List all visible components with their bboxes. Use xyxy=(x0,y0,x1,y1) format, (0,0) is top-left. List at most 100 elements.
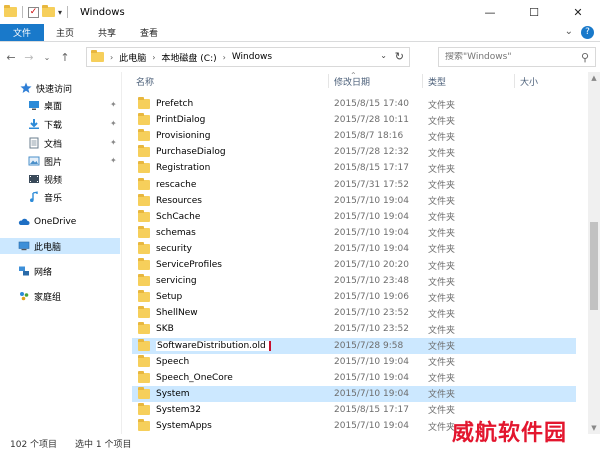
file-row[interactable]: security 2015/7/10 19:04 文件夹 xyxy=(132,241,576,257)
pin-icon[interactable]: ✦ xyxy=(110,100,117,109)
chevron-right-icon[interactable]: › xyxy=(110,53,113,62)
column-size[interactable]: 大小 xyxy=(516,72,586,90)
file-date: 2015/7/31 17:52 xyxy=(334,179,409,190)
window-title: Windows xyxy=(80,6,125,18)
breadcrumb-local-disk[interactable]: 本地磁盘 (C:) xyxy=(161,51,216,64)
maximize-button[interactable]: ☐ xyxy=(512,0,556,24)
scroll-down-icon[interactable]: ▼ xyxy=(588,422,600,434)
sidebar-item-documents[interactable]: 文档 xyxy=(28,135,62,151)
file-type: 文件夹 xyxy=(428,164,456,175)
column-divider[interactable] xyxy=(328,74,329,88)
file-row[interactable]: Resources 2015/7/10 19:04 文件夹 xyxy=(132,193,576,209)
folder-icon xyxy=(138,177,150,190)
recent-dropdown-icon[interactable]: ⌄ xyxy=(40,53,54,62)
file-row[interactable]: rescache 2015/7/31 17:52 文件夹 xyxy=(132,177,576,193)
file-type: 文件夹 xyxy=(428,406,456,417)
file-type: 文件夹 xyxy=(428,325,456,336)
rename-input[interactable]: SoftwareDistribution.old xyxy=(156,340,271,351)
search-box[interactable]: ⚲ xyxy=(438,47,596,67)
column-type[interactable]: 类型 xyxy=(424,72,514,90)
file-row[interactable]: SKB 2015/7/10 23:52 文件夹 xyxy=(132,321,576,337)
tab-file[interactable]: 文件 xyxy=(0,24,44,41)
tab-share[interactable]: 共享 xyxy=(86,24,128,41)
customize-dropdown-icon[interactable]: ▾ xyxy=(58,8,62,17)
column-divider[interactable] xyxy=(514,74,515,88)
file-date: 2015/8/7 18:16 xyxy=(334,131,404,142)
file-row[interactable]: System 2015/7/10 19:04 文件夹 xyxy=(132,385,576,402)
sidebar-item-this-pc[interactable]: 此电脑 xyxy=(0,238,120,254)
file-row[interactable]: PurchaseDialog 2015/7/28 12:32 文件夹 xyxy=(132,144,576,160)
file-row[interactable]: Setup 2015/7/10 19:06 文件夹 xyxy=(132,289,576,305)
sidebar-item-network[interactable]: 网络 xyxy=(18,263,52,279)
file-name: SystemApps xyxy=(156,421,212,431)
sidebar-item-desktop[interactable]: 桌面 xyxy=(28,97,62,113)
file-row[interactable]: ShellNew 2015/7/10 23:52 文件夹 xyxy=(132,305,576,321)
column-divider[interactable] xyxy=(422,74,423,88)
sidebar-item-label: 此电脑 xyxy=(34,242,62,253)
close-button[interactable]: ✕ xyxy=(556,0,600,24)
file-row[interactable]: Provisioning 2015/8/7 18:16 文件夹 xyxy=(132,128,576,144)
scroll-up-icon[interactable]: ▲ xyxy=(588,72,600,84)
column-date[interactable]: 修改日期 xyxy=(330,72,422,90)
file-row[interactable]: Speech 2015/7/10 19:04 文件夹 xyxy=(132,354,576,370)
refresh-icon[interactable]: ↻ xyxy=(395,50,404,63)
sidebar-item-onedrive[interactable]: OneDrive xyxy=(18,214,76,230)
file-type: 文件夹 xyxy=(428,390,456,401)
sidebar-item-music[interactable]: 音乐 xyxy=(28,189,62,205)
divider xyxy=(22,6,23,18)
folder-icon xyxy=(138,161,150,174)
file-row[interactable]: servicing 2015/7/10 23:48 文件夹 xyxy=(132,273,576,289)
pin-icon[interactable]: ✦ xyxy=(110,138,117,147)
file-row[interactable]: SoftwareDistribution.old 2015/7/28 9:58 文件… xyxy=(132,337,576,354)
breadcrumb-this-pc[interactable]: 此电脑 xyxy=(119,51,146,64)
file-row[interactable]: Speech_OneCore 2015/7/10 19:04 文件夹 xyxy=(132,370,576,386)
file-name: PrintDialog xyxy=(156,115,206,126)
chevron-right-icon[interactable]: › xyxy=(223,53,226,62)
search-icon[interactable]: ⚲ xyxy=(581,51,589,64)
rename-field[interactable]: SoftwareDistribution.old xyxy=(156,340,340,351)
file-row[interactable]: PrintDialog 2015/7/28 10:11 文件夹 xyxy=(132,112,576,128)
up-icon[interactable]: ↑ xyxy=(58,51,72,64)
folder-icon xyxy=(138,225,150,238)
column-name[interactable]: 名称 xyxy=(132,72,324,90)
chevron-right-icon[interactable]: › xyxy=(152,53,155,62)
address-dropdown-icon[interactable]: ⌄ xyxy=(380,51,387,60)
file-date: 2015/7/10 19:04 xyxy=(334,421,409,431)
file-row[interactable]: SchCache 2015/7/10 19:04 文件夹 xyxy=(132,209,576,225)
sidebar-item-videos[interactable]: 视频 xyxy=(28,171,62,187)
folder-icon xyxy=(138,386,150,399)
sidebar-item-homegroup[interactable]: 家庭组 xyxy=(18,288,61,304)
minimize-button[interactable]: — xyxy=(468,0,512,24)
desktop-icon xyxy=(28,99,40,111)
file-row[interactable]: Registration 2015/8/15 17:17 文件夹 xyxy=(132,160,576,176)
pin-icon[interactable]: ✦ xyxy=(110,156,117,165)
vertical-scrollbar[interactable]: ▲ ▼ xyxy=(588,72,600,434)
file-row[interactable]: ServiceProfiles 2015/7/10 20:20 文件夹 xyxy=(132,257,576,273)
sidebar-item-pictures[interactable]: 图片 xyxy=(28,153,62,169)
sidebar-item-label: 图片 xyxy=(44,157,63,168)
file-name: Setup xyxy=(156,292,183,303)
file-type: 文件夹 xyxy=(428,181,456,191)
file-date: 2015/8/15 17:40 xyxy=(334,99,409,109)
sidebar-item-quick-access[interactable]: 快速访问 xyxy=(20,80,72,96)
expand-ribbon-icon[interactable]: ⌄ xyxy=(565,26,573,39)
breadcrumb-windows[interactable]: Windows xyxy=(232,52,272,62)
folder-icon xyxy=(138,402,150,415)
address-bar[interactable]: › 此电脑 › 本地磁盘 (C:) › Windows ⌄ ↻ xyxy=(86,47,410,67)
sidebar-item-downloads[interactable]: 下载 xyxy=(28,116,62,132)
tab-view[interactable]: 查看 xyxy=(128,24,170,41)
file-row[interactable]: schemas 2015/7/10 19:04 文件夹 xyxy=(132,225,576,241)
folder-icon xyxy=(138,354,150,367)
help-icon[interactable]: ? xyxy=(581,26,594,39)
back-icon[interactable]: ← xyxy=(4,51,18,64)
pin-icon[interactable]: ✦ xyxy=(110,119,117,128)
forward-icon[interactable]: → xyxy=(22,51,36,64)
tab-home[interactable]: 主页 xyxy=(44,24,86,41)
properties-icon[interactable]: ✓ xyxy=(28,6,39,18)
file-date: 2015/7/10 23:48 xyxy=(334,276,409,287)
folder-icon xyxy=(138,241,150,254)
new-folder-icon[interactable] xyxy=(42,5,55,17)
search-input[interactable] xyxy=(445,52,575,62)
file-row[interactable]: Prefetch 2015/8/15 17:40 文件夹 xyxy=(132,96,576,112)
scrollbar-thumb[interactable] xyxy=(590,222,598,310)
